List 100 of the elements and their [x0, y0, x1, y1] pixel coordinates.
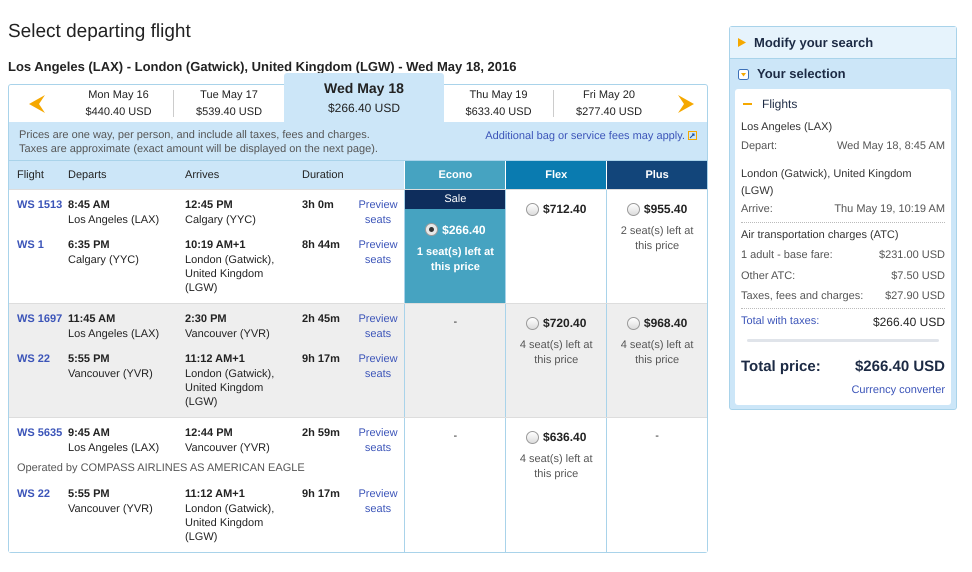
departure-time: 6:35 PM — [68, 238, 111, 252]
arrival-time: 11:12 AM+1 — [185, 352, 246, 366]
unavailable-dash: - — [454, 315, 458, 330]
arrival-time: 2:30 PM — [185, 312, 228, 326]
total-with-taxes: $266.40 USD — [872, 314, 945, 330]
radio-button[interactable] — [526, 430, 540, 444]
origin-name: Los Angeles (LAX) — [741, 120, 834, 135]
departure-place: Los Angeles (LAX) — [68, 441, 160, 455]
arrival-place: Vancouver (YVR) — [185, 441, 271, 455]
seats-left: 2 seat(s) left at this price — [620, 224, 694, 254]
arrival-place: London (Gatwick), United Kingdom (LGW) — [185, 502, 276, 544]
fare-column-header: Flex — [505, 161, 606, 189]
fare-column-header: Plus — [606, 161, 708, 189]
arrive-label: Arrive: — [741, 202, 773, 217]
seats-left: 4 seat(s) left at this price — [518, 452, 594, 482]
arrival-time: 12:45 PM — [185, 198, 234, 212]
depart-label: Depart: — [741, 138, 778, 154]
departure-time: 11:45 AM — [68, 312, 116, 326]
arrival-place: London (Gatwick), United Kingdom (LGW) — [185, 367, 276, 409]
total-price-label: Total price: — [741, 356, 821, 376]
operator-note: Operated by COMPASS AIRLINES AS AMERICAN EAGLE — [16, 461, 306, 476]
radio-button[interactable] — [526, 202, 540, 216]
departure-time: 8:45 AM — [68, 198, 111, 212]
departure-time: 5:55 PM — [68, 352, 111, 366]
duration: 9h 17m — [302, 352, 341, 367]
arrival-place: Calgary (YYC) — [185, 213, 257, 227]
column-header: Departs — [68, 168, 108, 183]
fare-column-header: Econo — [404, 161, 506, 189]
flight-number-link[interactable]: WS 22 — [9, 352, 68, 409]
preview-seats-link[interactable]: Preview seats — [358, 426, 398, 456]
radio-button[interactable] — [626, 202, 640, 216]
flight-number-link[interactable]: WS 5635 — [9, 426, 68, 456]
arrival-place: London (Gatwick), United Kingdom (LGW) — [185, 253, 276, 295]
previous-arrow-icon[interactable] — [28, 94, 44, 112]
destination-name: London (Gatwick), United Kingdom (LGW) — [741, 167, 913, 198]
flight-number-link[interactable]: WS 22 — [9, 486, 68, 544]
fare-price: $968.40 — [644, 315, 688, 332]
fare-price: $712.40 — [543, 201, 586, 218]
fare-price: $720.40 — [543, 315, 586, 332]
caret-icon — [738, 38, 746, 47]
radio-button[interactable] — [626, 316, 640, 330]
date-tab[interactable]: Tue May 17 $539.40 USD — [174, 90, 284, 117]
seats-left: 4 seat(s) left at this price — [518, 338, 594, 368]
page-title: Select departing flight — [8, 20, 192, 44]
departure-place: Los Angeles (LAX) — [68, 327, 160, 341]
arrival-time: 12:44 PM — [185, 426, 234, 440]
departure-time: 5:55 PM — [68, 486, 111, 500]
seats-left: 4 seat(s) left at this price — [620, 338, 694, 368]
fare-price: $266.40 — [442, 222, 486, 238]
charge-label: 1 adult - base fare: — [741, 248, 833, 263]
preview-seats-link[interactable]: Preview seats — [358, 238, 398, 295]
currency-converter-link[interactable]: Currency converter — [851, 382, 945, 398]
seats-left: 1 seat(s) left at this price — [416, 244, 495, 274]
charge-label: Other ATC: — [741, 268, 796, 284]
charge-amount: $7.50 USD — [891, 268, 945, 284]
flight-number-link[interactable]: WS 1513 — [9, 198, 68, 228]
date-tab[interactable]: Fri May 20 $277.40 USD — [554, 90, 664, 117]
preview-seats-link[interactable]: Preview seats — [358, 312, 398, 342]
arrival-place: Vancouver (YVR) — [185, 327, 271, 341]
charge-amount: $27.90 USD — [885, 289, 945, 304]
unavailable-dash: - — [655, 429, 659, 444]
departure-place: Vancouver (YVR) — [68, 367, 154, 381]
flight-number-link[interactable]: WS 1697 — [9, 312, 68, 342]
preview-seats-link[interactable]: Preview seats — [358, 198, 398, 228]
flight-number-link[interactable]: WS 1 — [9, 238, 68, 295]
modify-search-button[interactable]: Modify your search — [730, 27, 956, 59]
preview-seats-link[interactable]: Preview seats — [358, 352, 398, 409]
price-notice: Prices are one way, per person, and include all taxes, fees and charges. — [19, 128, 371, 142]
column-header: Duration — [302, 168, 345, 183]
date-tab[interactable]: Mon May 16 $440.40 USD — [64, 90, 174, 117]
departure-place: Vancouver (YVR) — [68, 502, 154, 516]
departure-time: 9:45 AM — [68, 426, 111, 440]
radio-button[interactable] — [425, 223, 438, 236]
date-tab[interactable]: Thu May 19 $633.40 USD — [444, 90, 554, 117]
charge-label: Taxes, fees and charges: — [741, 289, 864, 304]
sale-badge: Sale — [405, 190, 506, 208]
preview-seats-link[interactable]: Preview seats — [358, 486, 398, 544]
arrive-time: Thu May 19, 10:19 AM — [834, 202, 945, 217]
column-header: Arrives — [185, 168, 220, 183]
duration: 3h 0m — [302, 198, 335, 213]
fare-price: $955.40 — [644, 201, 688, 218]
unavailable-dash: - — [454, 429, 458, 444]
next-arrow-icon[interactable] — [678, 94, 694, 112]
collapse-icon[interactable] — [738, 68, 749, 80]
total-price: $266.40 USD — [854, 356, 945, 376]
radio-button[interactable] — [526, 316, 540, 330]
charge-amount: $231.00 USD — [878, 248, 945, 263]
arrival-time: 10:19 AM+1 — [185, 238, 246, 252]
total-with-taxes-link[interactable]: Total with taxes: — [741, 313, 820, 330]
departure-place: Calgary (YYC) — [68, 253, 140, 267]
fees-link[interactable]: Additional bag or service fees may apply. — [485, 128, 685, 144]
departure-place: Los Angeles (LAX) — [68, 213, 160, 227]
section-title: Your selection — [757, 65, 846, 84]
fare-price: $636.40 — [543, 429, 586, 446]
date-tab[interactable]: Wed May 18 $266.40 USD — [284, 73, 444, 122]
external-link-icon — [688, 131, 697, 140]
charges-title: Air transportation charges (ATC) — [741, 228, 900, 242]
column-header: Flight — [16, 168, 45, 183]
route-summary: Los Angeles (LAX) - London (Gatwick), United Kingdom (LGW) - Wed May 18, 2016 — [8, 58, 518, 76]
price-notice: Taxes are approximate (exact amount will be displayed on the next page). — [19, 142, 378, 156]
